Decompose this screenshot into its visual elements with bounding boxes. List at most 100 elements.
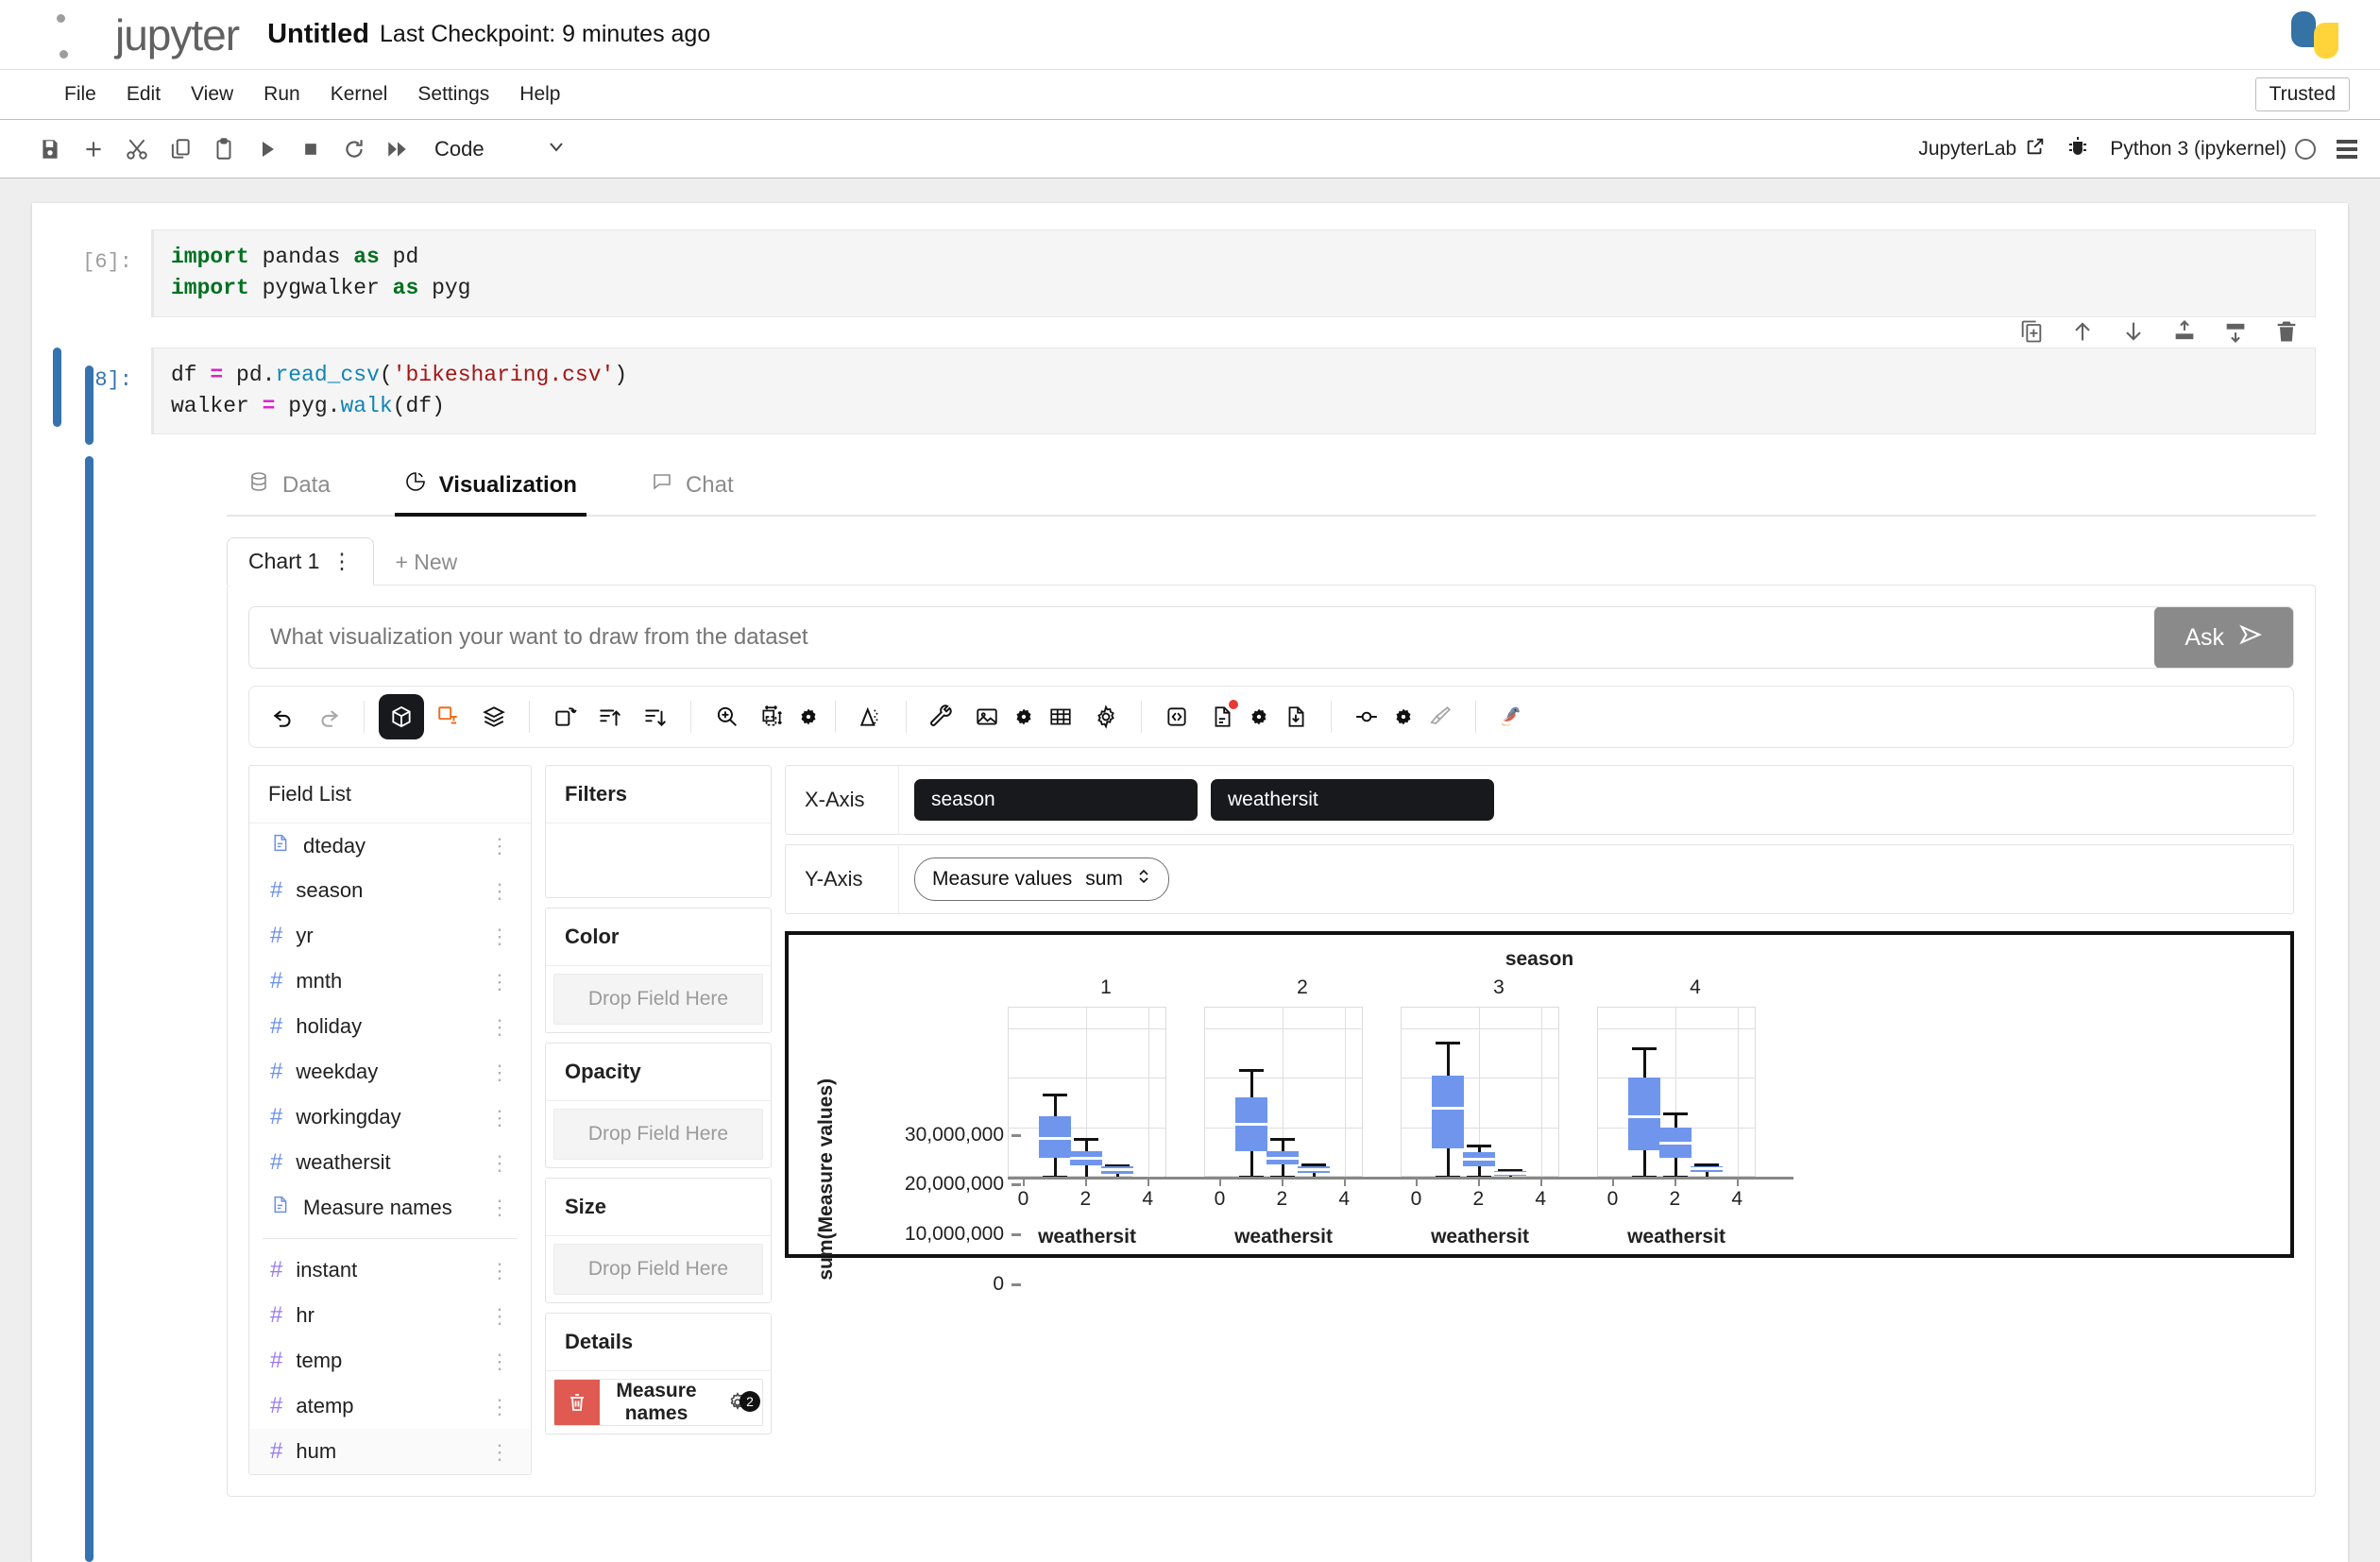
details-chip-settings[interactable]: 2	[713, 1391, 762, 1414]
chart-config-icon[interactable]	[428, 696, 469, 738]
geo-icon[interactable]	[850, 696, 892, 738]
menu-kernel[interactable]: Kernel	[315, 79, 403, 110]
field-kebab-icon[interactable]: ⋮	[489, 1350, 516, 1372]
scissors-icon[interactable]	[115, 127, 159, 171]
cell-code-editor[interactable]: import pandas as pd import pygwalker as …	[151, 229, 2316, 317]
notebook-title[interactable]: Untitled	[267, 19, 369, 50]
trash-icon[interactable]	[2271, 316, 2302, 347]
resize-settings-icon[interactable]	[796, 696, 821, 738]
image-icon[interactable]	[966, 696, 1008, 738]
redo-icon[interactable]	[308, 696, 349, 738]
x-axis-field-weathersit[interactable]: weathersit	[1211, 779, 1494, 822]
menu-help[interactable]: Help	[504, 79, 575, 110]
field-item-atemp[interactable]: # atemp ⋮	[249, 1384, 531, 1429]
filters-shelf[interactable]: Filters	[545, 765, 772, 899]
x-axis-field-season[interactable]: season	[914, 779, 1198, 822]
wrench-icon[interactable]	[921, 696, 962, 738]
debugger-icon[interactable]	[2066, 135, 2089, 163]
code-icon[interactable]	[1156, 696, 1198, 738]
layers-icon[interactable]	[473, 696, 515, 738]
spec-settings-icon[interactable]	[1247, 696, 1271, 738]
clipboard-icon[interactable]	[202, 127, 246, 171]
field-kebab-icon[interactable]: ⋮	[489, 1197, 516, 1218]
menu-view[interactable]: View	[176, 79, 248, 110]
y-axis-field-measure-values[interactable]: Measure values sum	[914, 857, 1169, 902]
field-kebab-icon[interactable]: ⋮	[489, 971, 516, 993]
field-item-workingday[interactable]: # workingday ⋮	[249, 1095, 531, 1140]
sort-descending-icon[interactable]	[635, 696, 676, 738]
duplicate-icon[interactable]	[2016, 316, 2047, 347]
export-file-icon[interactable]	[1275, 696, 1317, 738]
field-item-yr[interactable]: # yr ⋮	[249, 913, 531, 959]
filters-dropzone[interactable]	[546, 823, 771, 897]
field-kebab-icon[interactable]: ⋮	[489, 1305, 516, 1327]
field-item-hr[interactable]: # hr ⋮	[249, 1293, 531, 1338]
tab-chat[interactable]: Chat	[630, 461, 755, 515]
field-kebab-icon[interactable]: ⋮	[489, 1260, 516, 1282]
insert-below-icon[interactable]	[2220, 316, 2251, 347]
field-item-instant[interactable]: # instant ⋮	[249, 1248, 531, 1293]
field-kebab-icon[interactable]: ⋮	[489, 1396, 516, 1418]
menu-edit[interactable]: Edit	[111, 79, 176, 110]
opacity-dropzone[interactable]: Drop Field Here	[553, 1109, 763, 1161]
cell-type-select[interactable]: Code	[434, 135, 568, 163]
field-kebab-icon[interactable]: ⋮	[489, 1441, 516, 1463]
kanaries-bird-icon[interactable]	[1490, 696, 1532, 738]
fast-forward-icon[interactable]	[376, 127, 419, 171]
insert-above-icon[interactable]	[2169, 316, 2200, 347]
cell-code-editor[interactable]: df = pd.read_csv('bikesharing.csv') walk…	[151, 319, 2316, 435]
binning-settings-icon[interactable]	[1391, 696, 1416, 738]
opacity-shelf[interactable]: Opacity Drop Field Here	[545, 1043, 772, 1169]
field-item-weathersit[interactable]: # weathersit ⋮	[249, 1140, 531, 1185]
zoom-in-icon[interactable]	[706, 696, 747, 738]
field-kebab-icon[interactable]: ⋮	[489, 1016, 516, 1038]
y-axis-shelf[interactable]: Y-Axis Measure values sum	[785, 844, 2294, 915]
plus-icon[interactable]	[72, 127, 115, 171]
details-chip[interactable]: Measure names 2	[553, 1379, 763, 1427]
transpose-icon[interactable]	[544, 696, 586, 738]
menu-run[interactable]: Run	[248, 79, 315, 110]
remove-field-icon[interactable]	[554, 1380, 600, 1426]
notebook-cell[interactable]: [6]: import pandas as pd import pygwalke…	[32, 229, 2348, 317]
menu-file[interactable]: File	[49, 79, 111, 110]
copy-icon[interactable]	[159, 127, 202, 171]
save-icon[interactable]	[28, 127, 72, 171]
arrow-down-icon[interactable]	[2118, 316, 2149, 347]
arrow-up-icon[interactable]	[2067, 316, 2098, 347]
chart-tab-chart1[interactable]: Chart 1 ⋮	[227, 537, 375, 586]
cube-icon[interactable]	[379, 694, 424, 740]
undo-icon[interactable]	[263, 696, 304, 738]
ask-button[interactable]: Ask	[2154, 607, 2293, 669]
menu-settings[interactable]: Settings	[402, 79, 504, 110]
spec-file-icon[interactable]	[1201, 696, 1243, 738]
field-item-holiday[interactable]: # holiday ⋮	[249, 1004, 531, 1049]
field-item-season[interactable]: # season ⋮	[249, 868, 531, 913]
color-shelf[interactable]: Color Drop Field Here	[545, 908, 772, 1034]
field-kebab-icon[interactable]: ⋮	[489, 880, 516, 902]
resize-icon[interactable]	[751, 696, 792, 738]
size-dropzone[interactable]: Drop Field Here	[553, 1244, 763, 1296]
x-axis-shelf[interactable]: X-Axis season weathersit	[785, 765, 2294, 836]
details-shelf[interactable]: Details Measure names 2	[545, 1313, 772, 1435]
chart-canvas[interactable]: season sum(Measure values) 0 10,000,000 20…	[785, 931, 2294, 1295]
field-kebab-icon[interactable]: ⋮	[489, 1107, 516, 1129]
binning-icon[interactable]	[1346, 696, 1387, 738]
paint-brush-icon[interactable]	[1420, 696, 1461, 738]
field-item-mnth[interactable]: # mnth ⋮	[249, 959, 531, 1004]
field-item-hum[interactable]: # hum ⋮	[249, 1429, 531, 1475]
kebab-menu-icon[interactable]: ⋮	[331, 549, 352, 574]
field-kebab-icon[interactable]: ⋮	[489, 925, 516, 947]
trusted-badge[interactable]: Trusted	[2254, 77, 2350, 111]
tab-data[interactable]: Data	[227, 461, 351, 515]
color-dropzone[interactable]: Drop Field Here	[553, 974, 763, 1026]
field-kebab-icon[interactable]: ⋮	[489, 1061, 516, 1083]
field-item-dteday[interactable]: dteday ⋮	[249, 823, 531, 868]
jupyterlab-link[interactable]: JupyterLab	[1918, 136, 2046, 162]
field-item-measure-names[interactable]: Measure names ⋮	[249, 1185, 531, 1230]
field-kebab-icon[interactable]: ⋮	[489, 1152, 516, 1174]
sort-ascending-icon[interactable]	[589, 696, 631, 738]
kernel-indicator[interactable]: Python 3 (ipykernel)	[2110, 138, 2316, 161]
image-settings-icon[interactable]	[1012, 696, 1036, 738]
jupyter-logo[interactable]: jupyter	[53, 8, 240, 61]
field-item-temp[interactable]: # temp ⋮	[249, 1338, 531, 1384]
